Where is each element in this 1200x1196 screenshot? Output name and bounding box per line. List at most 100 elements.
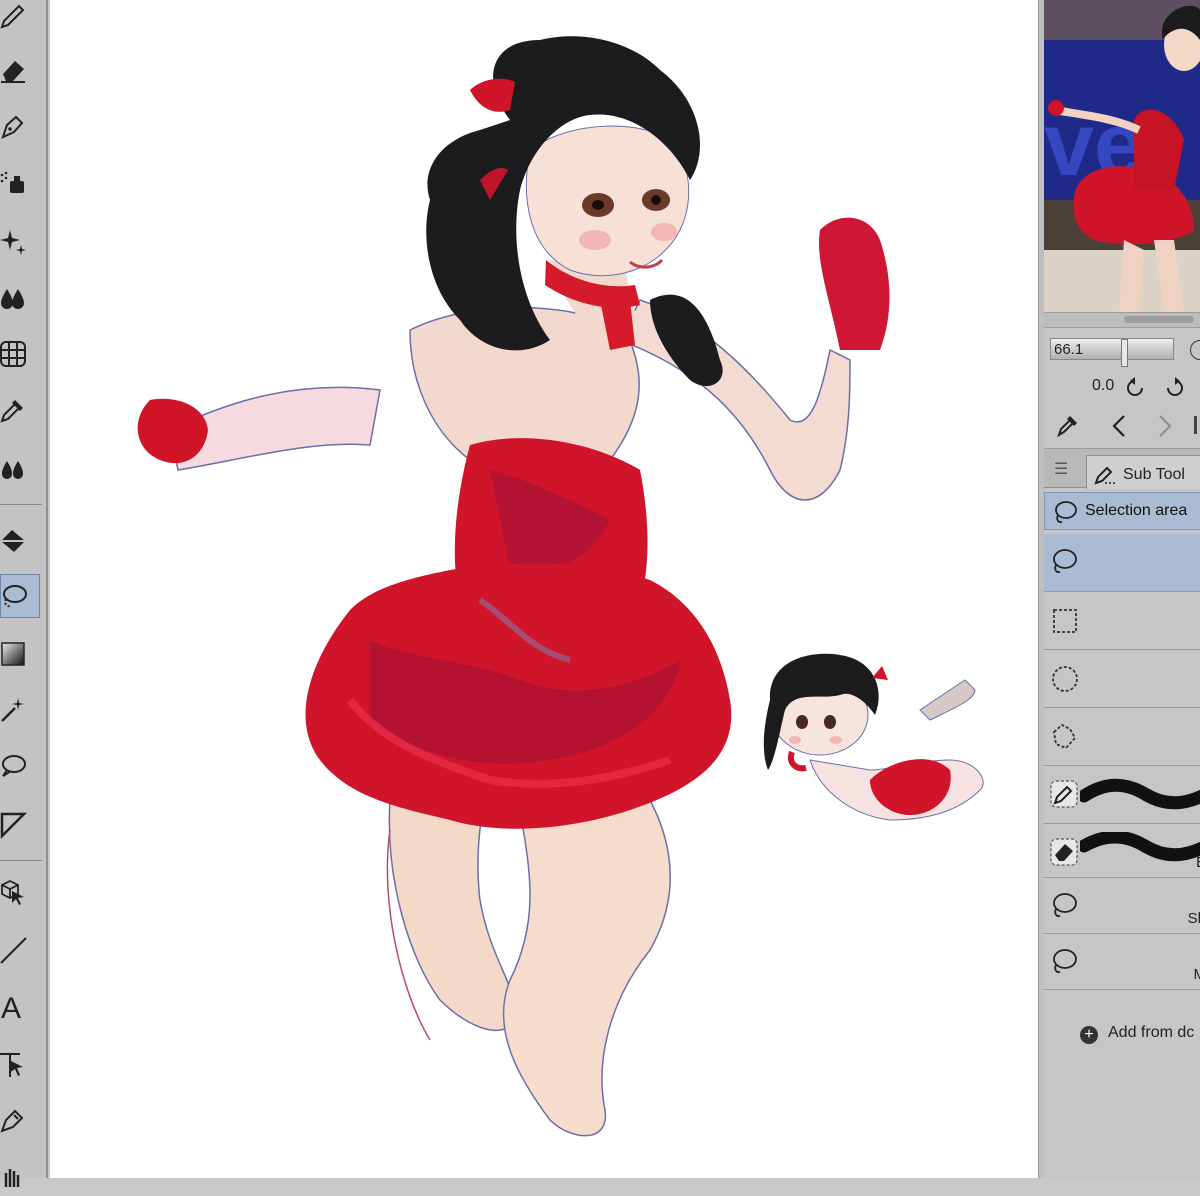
sparkle-icon	[0, 227, 28, 257]
tab-sub-tool[interactable]: Sub Tool	[1086, 455, 1200, 489]
selection-tool-button[interactable]	[0, 574, 40, 618]
subtool-item-more[interactable]: M	[1044, 934, 1200, 990]
subtool-item-selection-pen[interactable]	[1044, 766, 1200, 824]
fill-bucket-icon	[0, 525, 28, 555]
subtool-item-polyline[interactable]	[1044, 708, 1200, 766]
subtool-label: E	[1196, 854, 1200, 871]
subtool-tab-icon	[1093, 462, 1117, 486]
gradient-tool-button[interactable]	[0, 632, 40, 676]
artwork-illustration	[50, 0, 1038, 1178]
lasso-selection-icon	[0, 581, 29, 611]
chevron-left-icon[interactable]	[1110, 414, 1128, 438]
brush-stroke-preview	[1080, 832, 1200, 872]
pencil-icon	[0, 1, 28, 31]
eyedropper-icon	[0, 395, 28, 425]
move-icon	[0, 1049, 28, 1079]
hand-tool-button[interactable]	[0, 1152, 40, 1196]
3d-object-icon	[0, 877, 28, 907]
ellipse-selection-icon	[1048, 662, 1080, 694]
lasso-selection-icon	[1048, 546, 1080, 578]
fill-tool-button[interactable]	[0, 518, 40, 562]
subtool-item-ellipse[interactable]	[1044, 650, 1200, 708]
hand-icon	[0, 1159, 28, 1189]
tab-label: Sub Tool	[1123, 466, 1185, 484]
liquify-tool-button[interactable]	[0, 446, 40, 490]
rotation-row: 0.0	[1044, 372, 1200, 402]
rectangle-selection-icon	[1048, 604, 1080, 636]
chevron-right-icon[interactable]	[1156, 414, 1174, 438]
balloon-icon	[0, 751, 28, 781]
reference-photo: ve	[1044, 0, 1200, 312]
pencil-tool-button[interactable]	[0, 0, 40, 38]
text-tool-button[interactable]: A	[0, 984, 40, 1028]
toolbar-separator	[0, 504, 42, 505]
line-icon	[0, 935, 28, 965]
balloon-tool-button[interactable]	[0, 744, 40, 788]
add-subtool-button[interactable]: + Add from dc	[1080, 1024, 1194, 1044]
scrollbar-thumb[interactable]	[1124, 316, 1194, 323]
rotate-right-icon[interactable]	[1162, 376, 1186, 400]
brush-stroke-preview	[1080, 774, 1200, 814]
zoom-slider-handle[interactable]	[1121, 339, 1128, 367]
right-panel: ve 66.1 0.0 ☰	[1044, 0, 1200, 1178]
rotation-value: 0.0	[1092, 377, 1114, 395]
operation-tool-button[interactable]	[0, 1042, 40, 1086]
correct-line-icon	[0, 1105, 28, 1135]
lasso-selection-icon	[1051, 498, 1079, 526]
more-icon[interactable]	[1194, 416, 1197, 434]
gradient-icon	[0, 639, 28, 669]
ruler-tool-button[interactable]	[0, 802, 40, 846]
blend-icon	[0, 283, 28, 313]
subtool-item-erase-selection[interactable]: E	[1044, 824, 1200, 878]
add-subtool-label: Add from dc	[1108, 1024, 1194, 1041]
airbrush-tool-button[interactable]	[0, 160, 40, 204]
chibi-figure	[764, 654, 983, 820]
subtool-panel-header: ☰ Sub Tool	[1044, 448, 1200, 488]
correct-line-tool-button[interactable]	[0, 1098, 40, 1142]
eyedropper-icon[interactable]	[1056, 412, 1080, 438]
polyline-selection-icon	[1048, 720, 1080, 752]
subtool-label: Sh	[1188, 910, 1200, 927]
lasso-selection-icon	[1048, 946, 1080, 978]
rotate-left-icon[interactable]	[1124, 376, 1148, 400]
blend-tool-button[interactable]	[0, 276, 40, 320]
magic-wand-icon	[0, 695, 28, 725]
drawing-canvas[interactable]	[50, 0, 1038, 1178]
erase-selection-icon	[1048, 836, 1080, 868]
airbrush-icon	[0, 167, 28, 197]
zoom-row: 66.1	[1044, 332, 1200, 368]
zoom-value: 66.1	[1054, 341, 1083, 358]
subtool-label: M	[1194, 966, 1200, 983]
object-tool-button[interactable]	[0, 870, 40, 914]
ruler-icon	[0, 809, 28, 839]
navigator-preview[interactable]: ve	[1044, 0, 1200, 312]
add-icon: +	[1080, 1026, 1098, 1044]
navigator-scrollbar[interactable]	[1044, 312, 1200, 328]
selection-pen-icon	[1048, 778, 1080, 810]
decoration-tool-button[interactable]	[0, 220, 40, 264]
mesh-tool-button[interactable]	[0, 332, 40, 376]
pen-tool-button[interactable]	[0, 104, 40, 148]
mesh-icon	[0, 339, 28, 369]
zoom-slider[interactable]: 66.1	[1050, 338, 1174, 360]
eraser-tool-button[interactable]	[0, 48, 40, 92]
zoom-in-icon[interactable]	[1190, 340, 1200, 360]
tool-palette: A	[0, 0, 48, 1178]
drops-icon	[0, 453, 28, 483]
svg-text:A: A	[1, 992, 21, 1021]
auto-select-tool-button[interactable]	[0, 688, 40, 732]
subtool-group-selection-area[interactable]: Selection area	[1044, 492, 1200, 530]
eyedropper-tool-button[interactable]	[0, 388, 40, 432]
eraser-icon	[0, 55, 28, 85]
main-figure	[138, 36, 890, 1135]
subtool-item-lasso[interactable]	[1044, 534, 1200, 592]
toolbar-separator	[0, 860, 42, 861]
panel-menu-icon[interactable]: ☰	[1054, 459, 1068, 479]
subtool-item-rectangle[interactable]	[1044, 592, 1200, 650]
figure-tool-button[interactable]	[0, 928, 40, 972]
text-icon: A	[0, 991, 28, 1021]
lasso-selection-icon	[1048, 890, 1080, 922]
group-label: Selection area	[1085, 502, 1187, 520]
subtool-item-shrink-selection[interactable]: Sh	[1044, 878, 1200, 934]
navigator-tools	[1044, 404, 1200, 444]
